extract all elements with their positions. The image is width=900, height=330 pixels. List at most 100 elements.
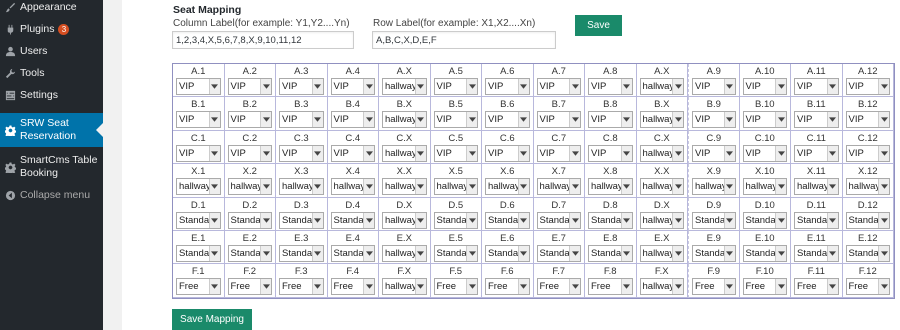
- seat-type-select[interactable]: hallway: [639, 244, 684, 262]
- seat-type-select[interactable]: hallway: [382, 278, 427, 296]
- seat-type-select[interactable]: Standa: [742, 244, 787, 262]
- seat-type-select[interactable]: VIP: [845, 111, 890, 129]
- seat-type-select[interactable]: VIP: [279, 144, 324, 162]
- seat-type-select[interactable]: Free: [330, 278, 375, 296]
- seat-type-select[interactable]: VIP: [794, 111, 839, 129]
- seat-type-select[interactable]: hallway: [588, 178, 633, 196]
- sidebar-item-plugins[interactable]: Plugins 3: [0, 18, 103, 40]
- seat-type-select[interactable]: hallway: [845, 178, 890, 196]
- seat-type-select[interactable]: hallway: [639, 211, 684, 229]
- seat-type-select[interactable]: VIP: [176, 111, 221, 129]
- seat-type-select[interactable]: Standa: [845, 244, 890, 262]
- seat-type-select[interactable]: hallway: [433, 178, 478, 196]
- seat-type-select[interactable]: Standa: [485, 211, 530, 229]
- seat-type-select[interactable]: Standa: [176, 244, 221, 262]
- seat-type-select[interactable]: hallway: [382, 144, 427, 162]
- seat-type-select[interactable]: hallway: [279, 178, 324, 196]
- seat-type-select[interactable]: VIP: [845, 78, 890, 95]
- seat-type-select[interactable]: Standa: [176, 211, 221, 229]
- row-label-input[interactable]: [372, 31, 556, 49]
- seat-type-select[interactable]: Free: [485, 278, 530, 296]
- seat-type-select[interactable]: VIP: [536, 144, 581, 162]
- seat-type-select[interactable]: hallway: [536, 178, 581, 196]
- seat-type-select[interactable]: VIP: [433, 111, 478, 129]
- seat-type-select[interactable]: VIP: [227, 144, 272, 162]
- seat-type-select[interactable]: VIP: [588, 144, 633, 162]
- seat-type-select[interactable]: Standa: [433, 211, 478, 229]
- seat-type-select[interactable]: VIP: [742, 78, 787, 95]
- seat-type-select[interactable]: Standa: [485, 244, 530, 262]
- seat-type-select[interactable]: Standa: [742, 211, 787, 229]
- save-mapping-button[interactable]: Save Mapping: [172, 309, 252, 330]
- seat-type-select[interactable]: Free: [588, 278, 633, 296]
- seat-type-select[interactable]: VIP: [176, 78, 221, 95]
- seat-type-select[interactable]: VIP: [330, 111, 375, 129]
- seat-type-select[interactable]: Free: [794, 278, 839, 296]
- seat-type-select[interactable]: Free: [227, 278, 272, 296]
- seat-type-select[interactable]: Free: [742, 278, 787, 296]
- seat-type-select[interactable]: hallway: [742, 178, 787, 196]
- seat-type-select[interactable]: hallway: [382, 211, 427, 229]
- seat-type-select[interactable]: Standa: [692, 211, 736, 229]
- seat-type-select[interactable]: Standa: [227, 244, 272, 262]
- seat-type-select[interactable]: hallway: [382, 178, 427, 196]
- seat-type-select[interactable]: VIP: [794, 78, 839, 95]
- seat-type-select[interactable]: Free: [279, 278, 324, 296]
- seat-type-select[interactable]: Standa: [279, 244, 324, 262]
- seat-type-select[interactable]: VIP: [279, 111, 324, 129]
- seat-type-select[interactable]: Standa: [433, 244, 478, 262]
- seat-type-select[interactable]: VIP: [692, 78, 736, 95]
- seat-type-select[interactable]: hallway: [330, 178, 375, 196]
- seat-type-select[interactable]: Standa: [794, 211, 839, 229]
- seat-type-select[interactable]: Standa: [845, 211, 890, 229]
- sidebar-item-tools[interactable]: Tools: [0, 62, 103, 84]
- seat-type-select[interactable]: Free: [433, 278, 478, 296]
- seat-type-select[interactable]: hallway: [794, 178, 839, 196]
- seat-type-select[interactable]: hallway: [382, 244, 427, 262]
- seat-type-select[interactable]: Free: [692, 278, 736, 296]
- seat-type-select[interactable]: Standa: [794, 244, 839, 262]
- seat-type-select[interactable]: VIP: [485, 78, 530, 95]
- seat-type-select[interactable]: VIP: [485, 144, 530, 162]
- seat-type-select[interactable]: VIP: [227, 78, 272, 95]
- seat-type-select[interactable]: hallway: [639, 178, 684, 196]
- sidebar-item-settings[interactable]: Settings: [0, 84, 103, 106]
- seat-type-select[interactable]: hallway: [639, 111, 684, 129]
- seat-type-select[interactable]: Standa: [330, 211, 375, 229]
- sidebar-item-users[interactable]: Users: [0, 40, 103, 62]
- seat-type-select[interactable]: VIP: [176, 144, 221, 162]
- save-button[interactable]: Save: [575, 15, 622, 36]
- seat-type-select[interactable]: VIP: [692, 144, 736, 162]
- seat-type-select[interactable]: VIP: [742, 111, 787, 129]
- seat-type-select[interactable]: Free: [845, 278, 890, 296]
- seat-type-select[interactable]: Standa: [227, 211, 272, 229]
- seat-type-select[interactable]: VIP: [433, 144, 478, 162]
- seat-type-select[interactable]: VIP: [692, 111, 736, 129]
- seat-type-select[interactable]: hallway: [485, 178, 530, 196]
- seat-type-select[interactable]: VIP: [742, 144, 787, 162]
- seat-type-select[interactable]: Standa: [330, 244, 375, 262]
- sidebar-item-srw-seat-reservation[interactable]: SRW Seat Reservation: [0, 113, 103, 147]
- seat-type-select[interactable]: Standa: [588, 244, 633, 262]
- seat-type-select[interactable]: Standa: [536, 244, 581, 262]
- seat-type-select[interactable]: hallway: [176, 178, 221, 196]
- seat-type-select[interactable]: Free: [536, 278, 581, 296]
- seat-type-select[interactable]: VIP: [330, 144, 375, 162]
- seat-type-select[interactable]: hallway: [382, 111, 427, 129]
- seat-type-select[interactable]: VIP: [485, 111, 530, 129]
- sidebar-item-appearance[interactable]: Appearance: [0, 0, 103, 18]
- seat-type-select[interactable]: VIP: [279, 78, 324, 95]
- seat-type-select[interactable]: VIP: [845, 144, 890, 162]
- seat-type-select[interactable]: VIP: [536, 111, 581, 129]
- seat-type-select[interactable]: hallway: [639, 278, 684, 296]
- seat-type-select[interactable]: hallway: [692, 178, 736, 196]
- seat-type-select[interactable]: VIP: [794, 144, 839, 162]
- seat-type-select[interactable]: Standa: [588, 211, 633, 229]
- collapse-menu-button[interactable]: Collapse menu: [0, 184, 103, 206]
- seat-type-select[interactable]: VIP: [433, 78, 478, 95]
- seat-type-select[interactable]: VIP: [588, 78, 633, 95]
- seat-type-select[interactable]: Standa: [536, 211, 581, 229]
- seat-type-select[interactable]: VIP: [227, 111, 272, 129]
- seat-type-select[interactable]: VIP: [330, 78, 375, 95]
- seat-type-select[interactable]: hallway: [382, 78, 427, 95]
